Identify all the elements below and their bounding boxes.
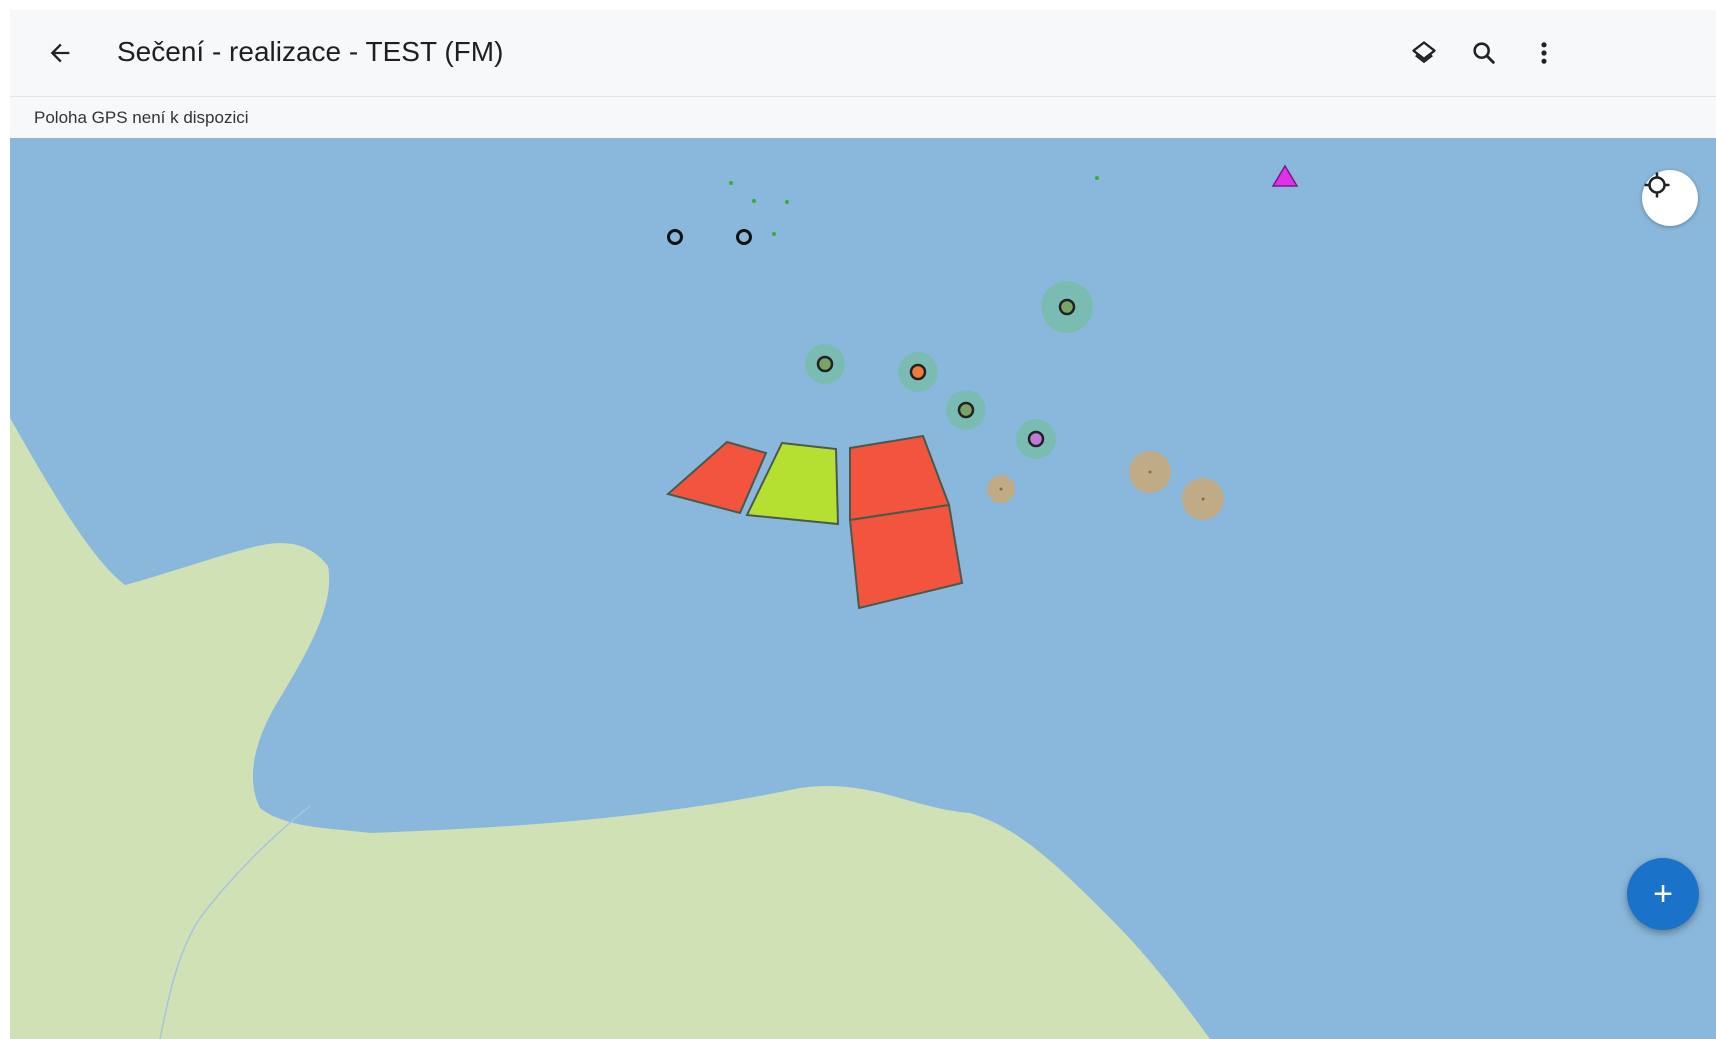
arrow-back-icon bbox=[50, 43, 70, 63]
app-bar: Sečení - realizace - TEST (FM) bbox=[10, 10, 1716, 97]
layers-icon bbox=[1412, 41, 1436, 63]
more-vert-icon bbox=[1541, 42, 1547, 64]
plus-icon: + bbox=[1653, 875, 1673, 913]
layers-button[interactable] bbox=[1400, 29, 1448, 77]
more-button[interactable] bbox=[1520, 29, 1568, 77]
gps-status-text: Poloha GPS není k dispozici bbox=[34, 108, 249, 127]
point-marker-tan-3[interactable] bbox=[1182, 478, 1224, 520]
point-marker-black-1[interactable] bbox=[667, 229, 683, 245]
search-button[interactable] bbox=[1460, 29, 1508, 77]
add-feature-button[interactable]: + bbox=[1627, 858, 1699, 930]
back-button[interactable] bbox=[36, 29, 84, 77]
polygon-feature-red-1[interactable] bbox=[665, 440, 768, 515]
point-marker-black-2[interactable] bbox=[736, 229, 752, 245]
point-marker-tan-2[interactable] bbox=[1129, 451, 1171, 493]
small-point-cluster bbox=[729, 176, 1099, 236]
point-marker-tan-1[interactable] bbox=[987, 475, 1015, 503]
point-marker-green-2[interactable] bbox=[805, 344, 845, 384]
my-location-button[interactable] bbox=[1642, 170, 1698, 226]
polygon-feature-red-3[interactable] bbox=[848, 503, 964, 610]
search-icon bbox=[1473, 42, 1495, 64]
point-marker-green-3[interactable] bbox=[946, 390, 986, 430]
land-area bbox=[10, 418, 1210, 1039]
point-marker-orange[interactable] bbox=[898, 352, 938, 392]
point-marker-purple[interactable] bbox=[1016, 419, 1056, 459]
gps-status-bar: Poloha GPS není k dispozici bbox=[10, 97, 1716, 138]
page-title: Sečení - realizace - TEST (FM) bbox=[117, 36, 504, 67]
app-window: Sečení - realizace - TEST (FM) Poloha GP… bbox=[10, 10, 1716, 1039]
my-location-icon bbox=[1644, 172, 1670, 198]
map-canvas[interactable] bbox=[10, 138, 1716, 1039]
triangle-marker[interactable] bbox=[1271, 164, 1299, 187]
point-marker-green-1[interactable] bbox=[1041, 281, 1093, 333]
map-view[interactable]: + bbox=[10, 138, 1716, 1039]
